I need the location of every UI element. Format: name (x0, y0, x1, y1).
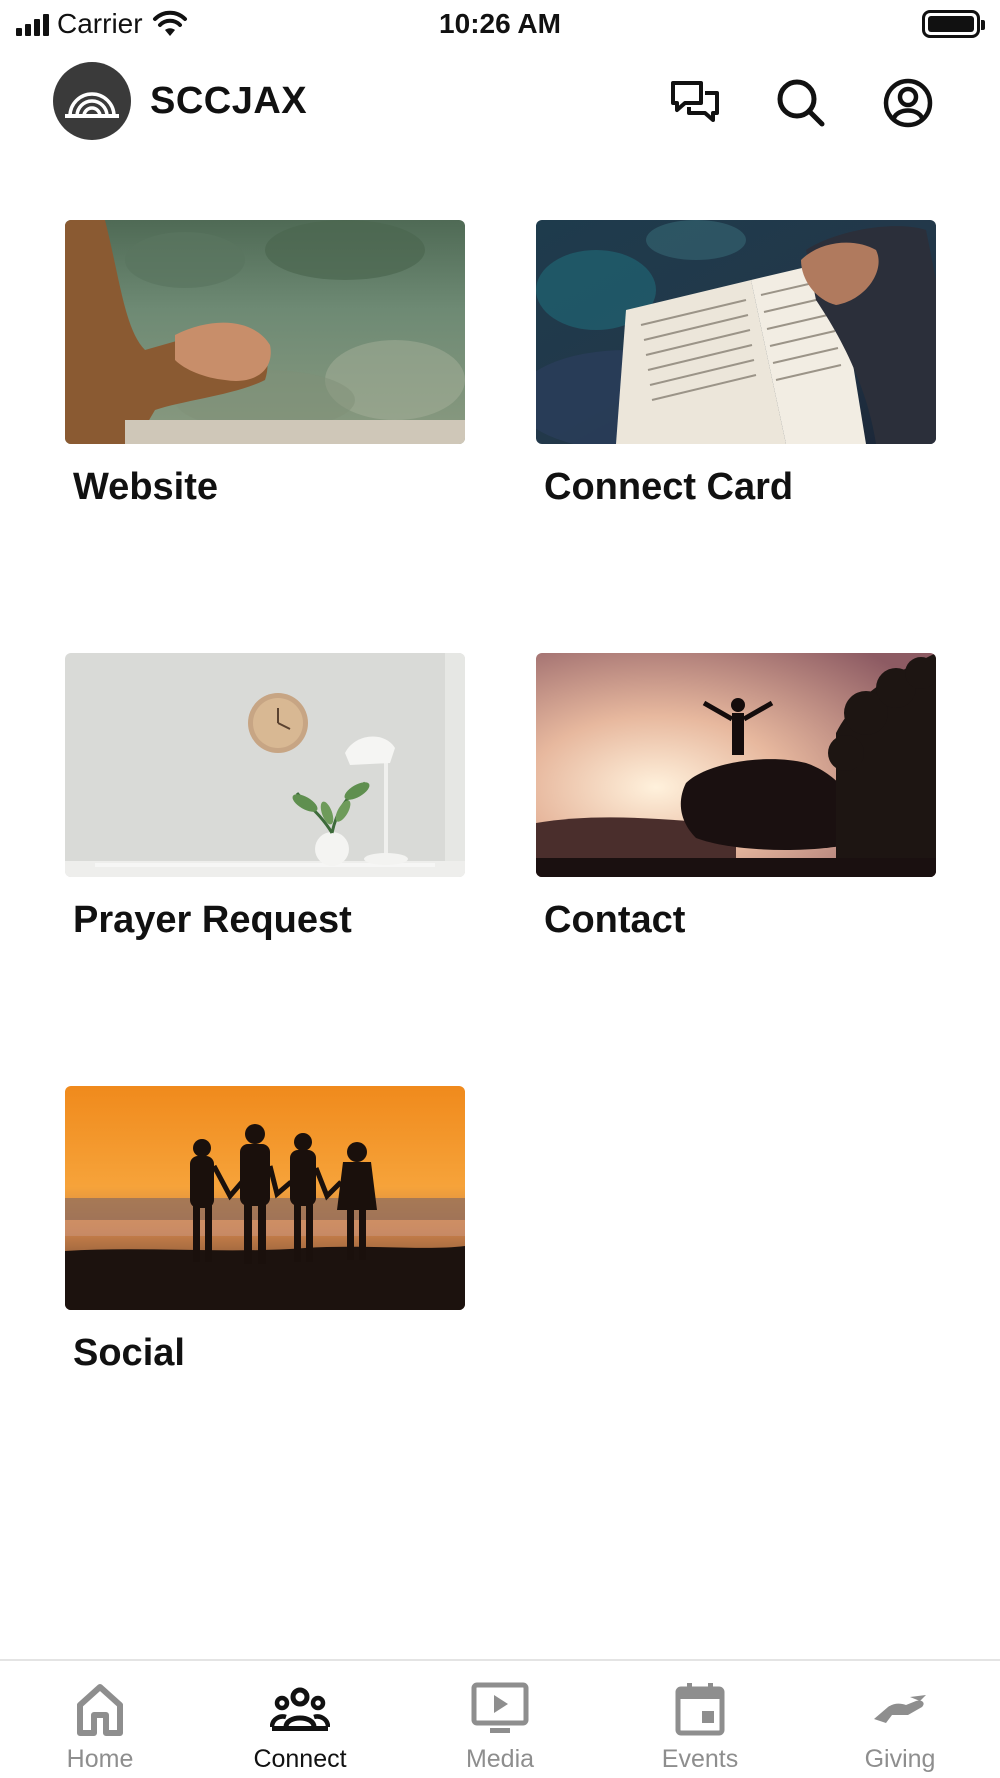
tab-label: Events (661, 1745, 739, 1773)
tile-label: Connect Card (544, 466, 794, 508)
rainbow-logo-icon (65, 92, 119, 118)
tile-connect-card[interactable]: Connect Card (536, 220, 936, 509)
calendar-icon (675, 1683, 725, 1736)
tile-label: Social (73, 1332, 185, 1374)
app-screen: Carrier 10:26 AM SCCJAX Website Connect … (0, 0, 1000, 1778)
search-icon[interactable] (774, 76, 828, 130)
tab-events[interactable]: Events (600, 1661, 800, 1778)
friends-holding-hands-sunset-photo (65, 1086, 465, 1310)
tile-label: Website (73, 466, 219, 508)
tab-giving[interactable]: Giving (800, 1661, 1000, 1778)
chat-icon[interactable] (668, 76, 722, 130)
tile-social[interactable]: Social (65, 1086, 465, 1375)
open-bible-photo (536, 220, 936, 444)
play-screen-icon (471, 1682, 529, 1733)
account-icon[interactable] (881, 76, 935, 130)
tile-contact[interactable]: Contact (536, 653, 936, 942)
battery-icon (922, 10, 985, 38)
tab-media[interactable]: Media (400, 1661, 600, 1778)
people-group-icon (270, 1687, 330, 1731)
person-on-rock-sunset-photo (536, 653, 936, 877)
tile-label: Contact (544, 899, 686, 941)
tab-home[interactable]: Home (0, 1661, 200, 1778)
app-header: SCCJAX (0, 62, 1000, 142)
app-logo[interactable] (53, 62, 131, 140)
tab-label: Media (465, 1745, 535, 1773)
status-bar: Carrier 10:26 AM (0, 0, 1000, 52)
tab-connect[interactable]: Connect (200, 1661, 400, 1778)
clock-plant-lamp-photo (65, 653, 465, 877)
status-time: 10:26 AM (439, 8, 561, 39)
tab-label: Giving (864, 1745, 936, 1773)
tile-prayer-request[interactable]: Prayer Request (65, 653, 465, 942)
tab-bar: Home Connect Media Events Giving (0, 1659, 1000, 1778)
tile-label: Prayer Request (73, 899, 352, 941)
giving-hand-icon (874, 1695, 926, 1723)
home-icon (77, 1684, 123, 1736)
hands-clasped-lake-photo (65, 220, 465, 444)
tab-label: Home (66, 1745, 134, 1773)
brand-title: SCCJAX (150, 80, 308, 122)
tab-label: Connect (253, 1745, 347, 1773)
tile-website[interactable]: Website (65, 220, 465, 509)
